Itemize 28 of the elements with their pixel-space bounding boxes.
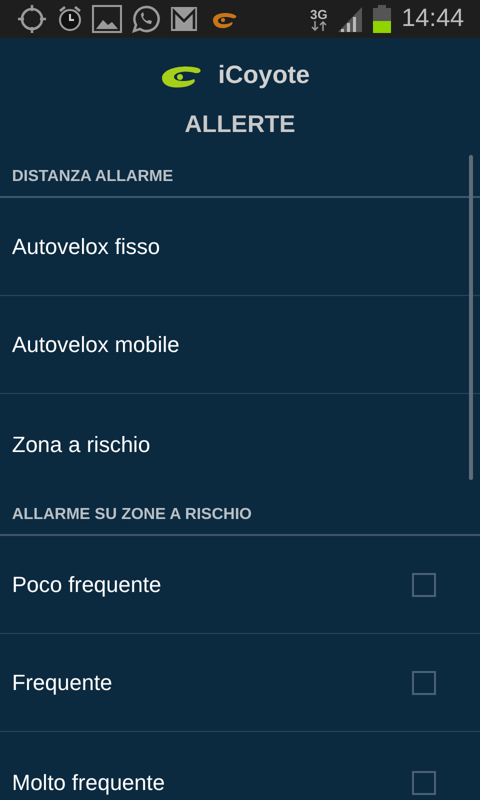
row-label: Autovelox mobile <box>12 331 181 359</box>
checkbox[interactable] <box>412 770 436 794</box>
section-header: ALLARME SU ZONE A RISCHIO <box>12 504 252 524</box>
checkbox[interactable] <box>412 670 436 694</box>
image-icon <box>92 5 122 33</box>
checkbox[interactable] <box>412 572 436 596</box>
settings-row[interactable]: Poco frequente <box>0 536 480 634</box>
battery-icon <box>373 5 392 33</box>
signal-icon <box>337 6 364 32</box>
network-type-label: 3G <box>310 8 328 20</box>
screen-title: ALLERTE <box>184 110 296 140</box>
app-name: iCoyote <box>218 60 310 91</box>
crosshair-icon <box>16 3 48 35</box>
row-label: Poco frequente <box>12 571 162 599</box>
mail-icon <box>170 6 198 32</box>
settings-row[interactable]: Frequente <box>0 634 480 732</box>
chat-phone-icon <box>132 5 160 33</box>
row-label: Frequente <box>12 669 114 697</box>
data-arrows-icon <box>310 20 327 30</box>
row-label: Molto frequente <box>12 769 166 797</box>
settings-row[interactable]: Molto frequente <box>0 732 480 800</box>
row-label: Autovelox fisso <box>12 233 161 261</box>
clock-time: 14:44 <box>401 3 464 34</box>
row-label: Zona a rischio <box>12 431 152 459</box>
settings-row[interactable]: Zona a rischio <box>0 394 480 495</box>
section-header: DISTANZA ALLARME <box>12 166 174 186</box>
scrollbar[interactable] <box>469 155 473 480</box>
alarm-clock-icon <box>58 5 82 33</box>
